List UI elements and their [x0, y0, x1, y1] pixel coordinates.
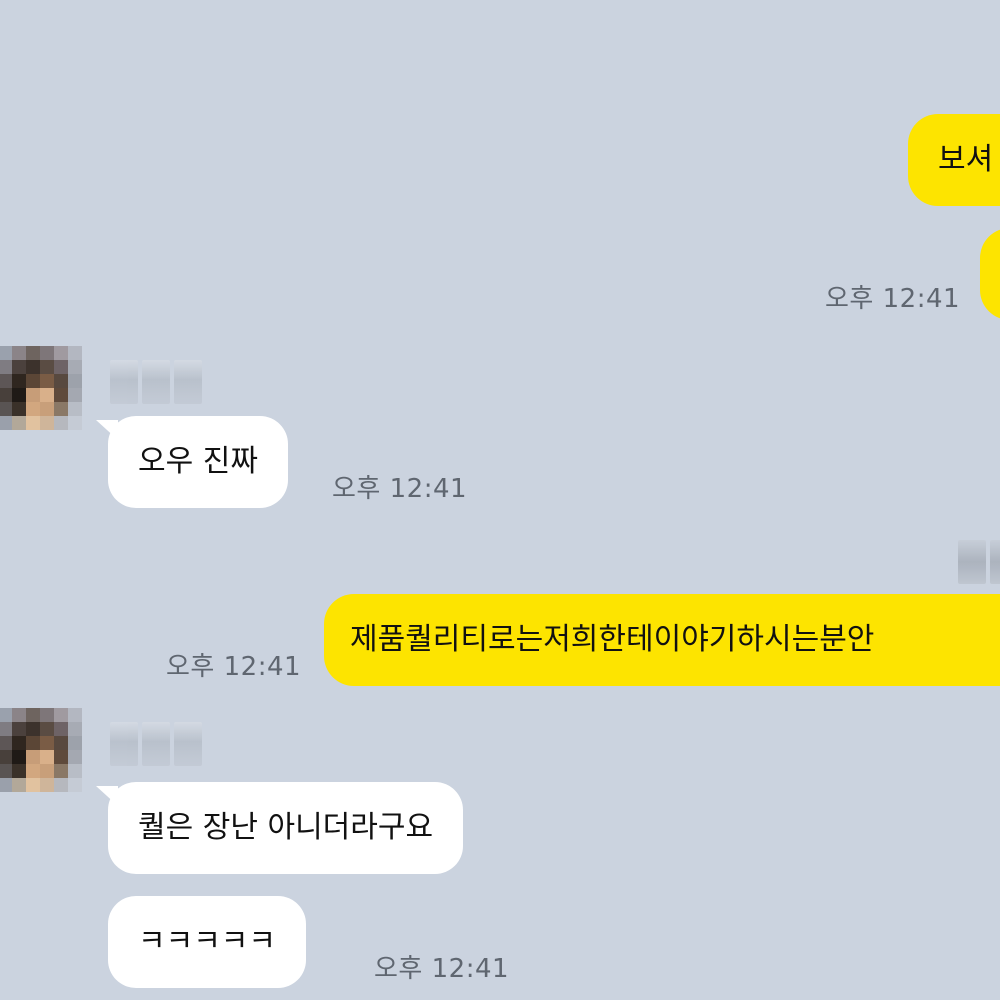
message-time: 오후 12:41	[332, 474, 468, 504]
message-time: 오후 12:41	[825, 284, 961, 314]
my-message-bubble[interactable]	[980, 228, 1000, 320]
message-text: 보셔	[938, 142, 994, 177]
my-message-bubble[interactable]: 보셔	[908, 114, 1000, 206]
their-message-bubble[interactable]: 퀄은 장난 아니더라구요	[108, 782, 464, 874]
their-message-bubble[interactable]: ㅋㅋㅋㅋㅋ	[108, 896, 306, 988]
avatar[interactable]	[0, 346, 82, 430]
message-text: 퀄은 장난 아니더라구요	[138, 810, 434, 845]
message-text: 오우 진짜	[138, 444, 258, 479]
sender-name-blurred	[110, 722, 202, 766]
sender-name-blurred	[110, 360, 202, 404]
message-time: 오후 12:41	[166, 652, 302, 682]
my-message-bubble[interactable]: 제품퀄리티로는저희한테이야기하시는분안	[324, 594, 1000, 686]
chat-area[interactable]: 보셔 오후 12:41 오우 진짜 오후 12:41 제품퀄리티로는저희한테이야…	[0, 0, 1000, 1000]
avatar[interactable]	[0, 708, 82, 792]
message-text: 제품퀄리티로는저희한테이야기하시는분안	[350, 622, 875, 657]
message-text: ㅋㅋㅋㅋㅋ	[138, 924, 276, 959]
message-time: 오후 12:41	[374, 954, 510, 984]
their-message-bubble[interactable]: 오우 진짜	[108, 416, 288, 508]
read-indicator-blurred	[958, 540, 1000, 584]
